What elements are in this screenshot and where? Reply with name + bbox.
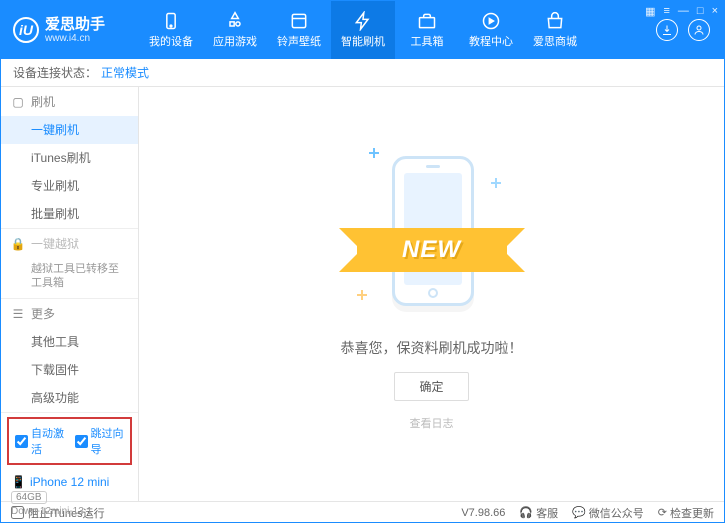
nav-toolbox[interactable]: 工具箱 bbox=[395, 1, 459, 59]
sidebar-item[interactable]: 专业刷机 bbox=[1, 172, 138, 200]
sidebar-item[interactable]: 其他工具 bbox=[1, 328, 138, 356]
check-update-link[interactable]: ⟳检查更新 bbox=[658, 505, 714, 521]
skip-guide-checkbox[interactable]: 跳过向导 bbox=[75, 425, 125, 457]
view-log-link[interactable]: 查看日志 bbox=[410, 415, 454, 431]
window-control[interactable]: × bbox=[712, 5, 718, 18]
window-control[interactable]: ≡ bbox=[663, 5, 669, 18]
app-title: 爱思助手 bbox=[45, 17, 105, 33]
logo-area: iU 爱思助手 www.i4.cn bbox=[1, 17, 139, 44]
window-control[interactable]: — bbox=[678, 5, 689, 18]
main-content: NEW 恭喜您，保资料刷机成功啦！ 确定 查看日志 bbox=[139, 87, 724, 501]
support-link[interactable]: 🎧客服 bbox=[519, 505, 558, 521]
sidebar-more-header[interactable]: ☰ 更多 bbox=[1, 299, 138, 328]
ok-button[interactable]: 确定 bbox=[394, 372, 468, 401]
device-info[interactable]: 📱 iPhone 12 mini 64GB Down-12mini-13,1 bbox=[1, 469, 138, 523]
jailbreak-note: 越狱工具已转移至工具箱 bbox=[1, 258, 138, 298]
user-icon[interactable] bbox=[688, 19, 710, 41]
success-message: 恭喜您，保资料刷机成功啦！ bbox=[341, 338, 523, 358]
sidebar-more-title: 更多 bbox=[31, 305, 55, 322]
device-firmware: Down-12mini-13,1 bbox=[11, 506, 128, 517]
status-bar: 设备连接状态： 正常模式 bbox=[1, 59, 724, 87]
new-ribbon: NEW bbox=[402, 236, 461, 264]
phone-icon: ▢ bbox=[11, 95, 25, 109]
sidebar: ▢ 刷机 一键刷机iTunes刷机专业刷机批量刷机 🔒 一键越狱 越狱工具已转移… bbox=[1, 87, 139, 501]
status-value: 正常模式 bbox=[101, 64, 149, 81]
sidebar-item[interactable]: 一键刷机 bbox=[1, 116, 138, 144]
menu-icon: ☰ bbox=[11, 307, 25, 321]
phone-icon: 📱 bbox=[11, 475, 26, 489]
auto-activate-checkbox[interactable]: 自动激活 bbox=[15, 425, 65, 457]
success-illustration: NEW bbox=[357, 138, 507, 318]
wechat-link[interactable]: 💬微信公众号 bbox=[572, 505, 644, 521]
lock-icon: 🔒 bbox=[11, 237, 25, 251]
options-box: 自动激活 跳过向导 bbox=[7, 417, 132, 465]
status-label: 设备连接状态： bbox=[13, 64, 97, 81]
nav-apps[interactable]: 应用游戏 bbox=[203, 1, 267, 59]
sidebar-jailbreak-header: 🔒 一键越狱 bbox=[1, 229, 138, 258]
download-icon[interactable] bbox=[656, 19, 678, 41]
sidebar-item[interactable]: 批量刷机 bbox=[1, 200, 138, 228]
sidebar-item[interactable]: 下载固件 bbox=[1, 356, 138, 384]
sidebar-item[interactable]: 高级功能 bbox=[1, 384, 138, 412]
nav-media[interactable]: 铃声壁纸 bbox=[267, 1, 331, 59]
nav-device[interactable]: 我的设备 bbox=[139, 1, 203, 59]
version-label: V7.98.66 bbox=[461, 507, 505, 519]
device-storage: 64GB bbox=[11, 491, 47, 504]
window-controls: ▦ ≡ — □ × bbox=[645, 5, 718, 18]
window-control[interactable]: ▦ bbox=[645, 5, 655, 18]
nav-flash[interactable]: 智能刷机 bbox=[331, 1, 395, 59]
title-bar: iU 爱思助手 www.i4.cn 我的设备应用游戏铃声壁纸智能刷机工具箱教程中… bbox=[1, 1, 724, 59]
sidebar-flash-header[interactable]: ▢ 刷机 bbox=[1, 87, 138, 116]
device-name: iPhone 12 mini bbox=[30, 475, 109, 489]
nav-tutorial[interactable]: 教程中心 bbox=[459, 1, 523, 59]
sidebar-item[interactable]: iTunes刷机 bbox=[1, 144, 138, 172]
window-control[interactable]: □ bbox=[697, 5, 704, 18]
app-logo-icon: iU bbox=[13, 17, 39, 43]
main-nav: 我的设备应用游戏铃声壁纸智能刷机工具箱教程中心爱思商城 bbox=[139, 1, 642, 59]
nav-store[interactable]: 爱思商城 bbox=[523, 1, 587, 59]
sidebar-jailbreak-title: 一键越狱 bbox=[31, 235, 79, 252]
app-url: www.i4.cn bbox=[45, 33, 105, 44]
sidebar-flash-title: 刷机 bbox=[31, 93, 55, 110]
